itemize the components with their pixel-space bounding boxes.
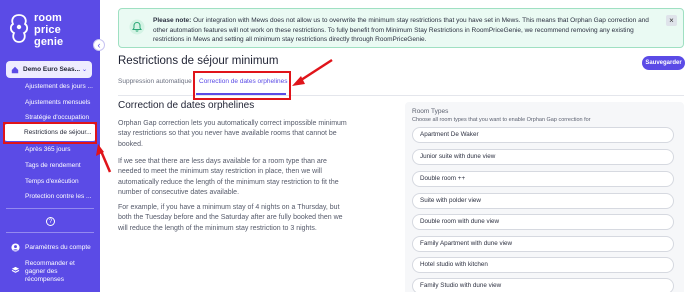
tab-auto-removal[interactable]: Suppression automatique [118,78,192,85]
room-type-option[interactable]: Double room with dune view [412,214,674,230]
description-paragraph: If we see that there are less days avail… [118,158,339,197]
sidebar-item-protection[interactable]: Protection contre les ... [25,193,91,200]
sidebar-item-monthly-adjustments[interactable]: Ajustements mensuels [25,99,90,106]
sidebar-highlight-box [3,122,97,144]
room-type-option[interactable]: Junior suite with dune view [412,149,674,165]
logo-text-price: price [34,24,61,36]
help-icon[interactable]: ? [46,217,55,226]
sidebar-item-occupancy-strategy[interactable]: Stratégie d'occupation [25,114,89,121]
home-icon [11,66,19,73]
bell-icon [129,19,145,35]
tab-highlight-box [193,71,291,100]
page-title: Restrictions de séjour minimum [118,55,279,67]
chevron-down-icon: ⌄ [81,67,87,73]
info-notice: Please note: Our integration with Mews d… [118,8,684,48]
logo-text-room: room [34,12,62,24]
genie-logo-icon [9,14,29,43]
hotel-selector[interactable]: Demo Euro Seas... ⌄ [6,61,92,78]
room-type-option[interactable]: Apartment De Waker [412,127,674,143]
recommend-rewards-link[interactable]: Recommander et gagner des récompenses [25,260,91,284]
arrow-head-tab [292,76,305,86]
arrow-to-tab [297,58,333,84]
room-type-option[interactable]: Double room ++ [412,171,674,187]
sidebar-item-run-times[interactable]: Temps d'exécution [25,178,79,185]
arrow-to-sidebar [99,150,112,173]
save-button[interactable]: Sauvegarder [642,56,685,70]
sidebar-item-after-365-days[interactable]: Après 365 jours [25,146,71,153]
sidebar-divider [6,232,94,233]
room-type-option[interactable]: Family Apartment with dune view [412,236,674,252]
gift-icon [11,266,20,273]
room-type-option[interactable]: Suite with polder view [412,193,674,209]
close-icon[interactable]: × [666,15,677,26]
logo[interactable]: room price genie [6,10,96,52]
sidebar-item-yield-tags[interactable]: Tags de rendement [25,162,81,169]
notice-label: Please note: [153,17,192,24]
collapse-sidebar-button[interactable]: ‹ [93,39,105,51]
room-types-subtitle: Choose all room types that you want to e… [412,117,591,123]
description-paragraph: For example, if you have a minimum stay … [118,204,343,232]
sidebar-item-day-adjustment[interactable]: Ajustement des jours ... [25,83,93,90]
section-title: Correction de dates orphelines [118,100,255,111]
description-paragraph: Orphan Gap correction lets you automatic… [118,120,347,148]
account-icon [11,243,20,252]
notice-message: Our integration with Mews does not allow… [153,17,649,43]
room-types-title: Room Types [412,108,449,115]
hotel-name: Demo Euro Seas... [23,66,81,73]
room-type-option[interactable]: Hotel studio with kitchen [412,257,674,273]
account-settings-link[interactable]: Paramètres du compte [25,244,91,251]
sidebar: room price genie Demo Euro Seas... ⌄ Aju… [0,0,100,292]
room-type-option[interactable]: Family Studio with dune view [412,278,674,292]
logo-text-genie: genie [34,36,64,48]
sidebar-divider [6,208,94,209]
